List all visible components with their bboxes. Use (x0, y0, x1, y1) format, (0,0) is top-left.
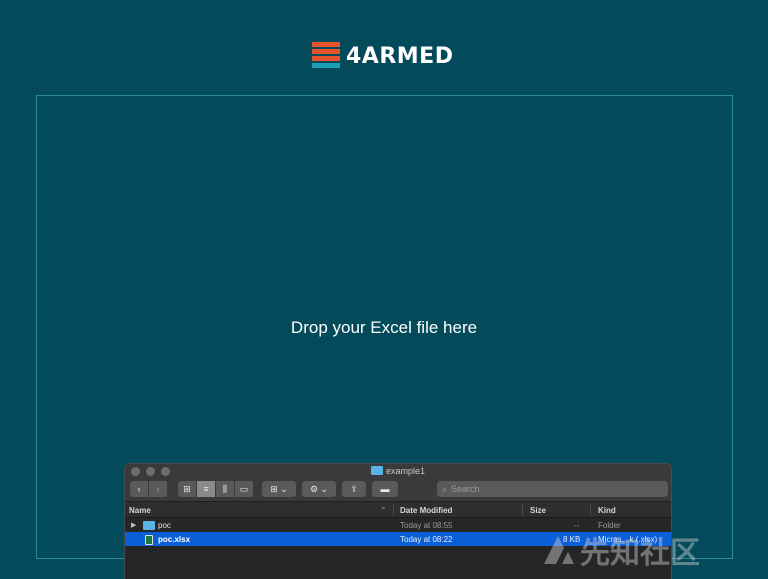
drop-zone-label: Drop your Excel file here (290, 318, 478, 337)
file-kind: Micros…k (.xlsx) (598, 535, 658, 544)
file-row-selected[interactable]: poc.xlsx Today at 08:22 8 KB Micros…k (.… (125, 532, 671, 546)
file-size: 8 KB (563, 535, 581, 544)
list-view-button[interactable]: ≡ (197, 481, 216, 497)
file-name: poc (158, 521, 171, 530)
action-menu-button[interactable]: ⚙ ⌄ (302, 481, 336, 497)
search-icon: ⌕ (442, 483, 448, 494)
folder-icon (370, 466, 383, 475)
gallery-view-button[interactable]: ▭ (235, 481, 254, 497)
file-size: -- (574, 521, 580, 530)
nav-buttons: ‹ › (130, 481, 168, 497)
file-row[interactable]: ▶ poc Today at 08:55 -- Folder (125, 518, 671, 532)
view-switcher: ⊞ ≡ ⫼ ▭ (178, 481, 254, 497)
file-date: Today at 08:55 (400, 521, 453, 530)
file-kind: Folder (598, 521, 621, 530)
logo-mark-icon (312, 42, 340, 70)
back-button[interactable]: ‹ (130, 481, 149, 497)
tags-button[interactable]: ▬ (372, 481, 398, 497)
finder-window[interactable]: example1 ‹ › ⊞ ≡ ⫼ ▭ ⊞ ⌄ ⚙ ⌄ ⇪ ▬ ⌕ Searc… (124, 463, 672, 579)
search-field[interactable]: ⌕ (437, 481, 668, 497)
logo-text: 4ARMED (346, 43, 454, 69)
gear-icon: ⚙ ⌄ (309, 483, 329, 494)
sort-chevron-up-icon: ⌃ (380, 506, 387, 515)
forward-button[interactable]: › (149, 481, 168, 497)
column-name-header[interactable]: Name (129, 506, 151, 515)
folder-icon (143, 521, 155, 530)
excel-file-icon (145, 535, 153, 545)
search-input[interactable] (451, 484, 652, 494)
group-by-button[interactable]: ⊞ ⌄ (262, 481, 296, 497)
finder-toolbar: ‹ › ⊞ ≡ ⫼ ▭ ⊞ ⌄ ⚙ ⌄ ⇪ ▬ ⌕ (130, 481, 668, 497)
window-title-text: example1 (385, 466, 426, 476)
file-name: poc.xlsx (158, 535, 191, 544)
column-kind-header[interactable]: Kind (598, 506, 616, 515)
share-icon: ⇪ (350, 483, 358, 494)
window-title: example1 (125, 466, 671, 476)
share-button[interactable]: ⇪ (342, 481, 366, 497)
tag-icon: ▬ (380, 484, 390, 494)
column-date-header[interactable]: Date Modified (400, 506, 452, 515)
file-date: Today at 08:22 (400, 535, 453, 544)
disclosure-triangle-icon[interactable]: ▶ (131, 521, 136, 529)
icon-view-button[interactable]: ⊞ (178, 481, 197, 497)
finder-titlebar[interactable]: example1 ‹ › ⊞ ≡ ⫼ ▭ ⊞ ⌄ ⚙ ⌄ ⇪ ▬ ⌕ Searc… (125, 464, 671, 502)
column-view-button[interactable]: ⫼ (216, 481, 235, 497)
column-header-row: Name ⌃ Date Modified Size Kind (125, 502, 671, 518)
column-size-header[interactable]: Size (530, 506, 546, 515)
logo: 4ARMED (312, 42, 453, 70)
group-icon: ⊞ ⌄ (270, 483, 288, 494)
